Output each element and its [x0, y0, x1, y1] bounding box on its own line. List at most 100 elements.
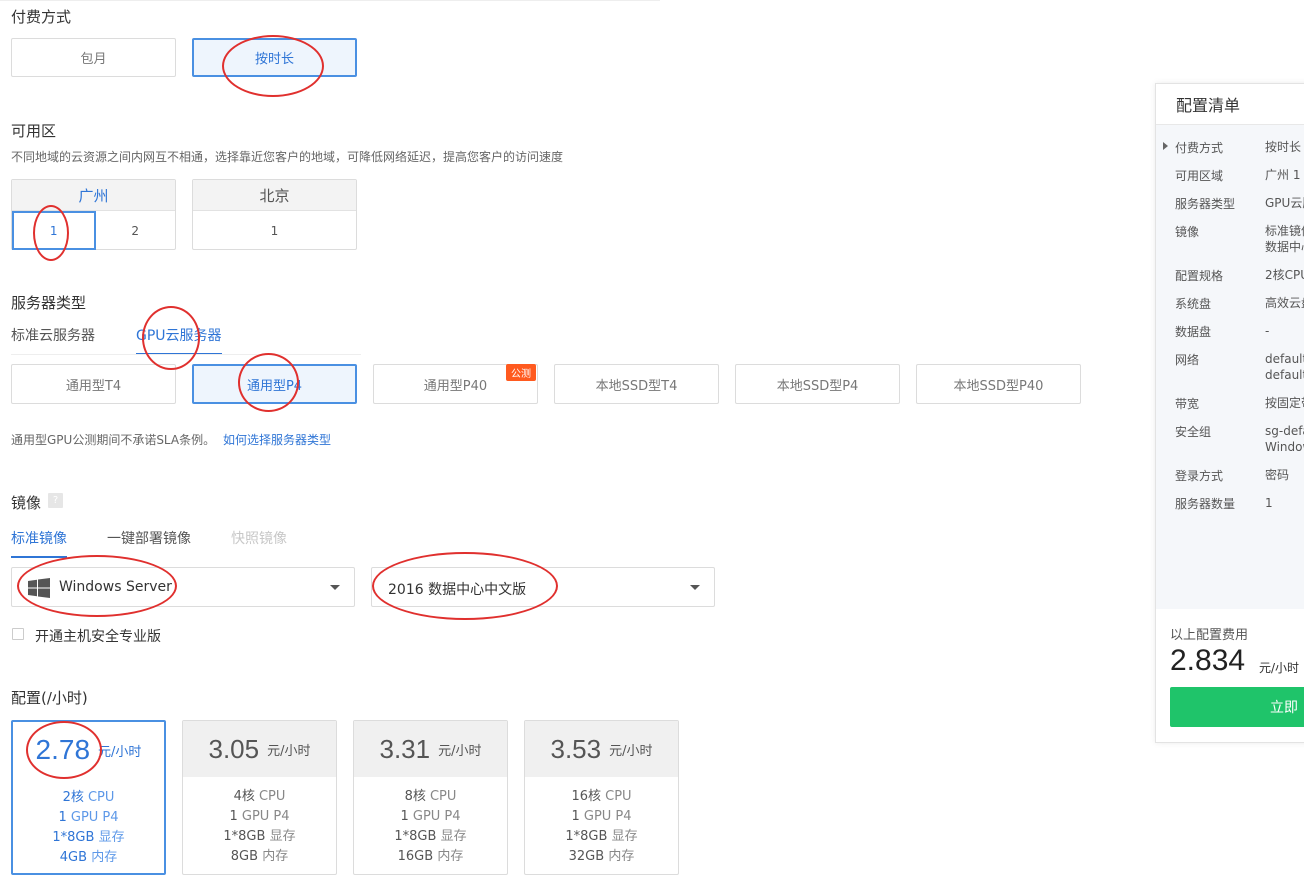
caret-right-icon — [1163, 142, 1168, 150]
summary-footer: 以上配置费用 2.834 元/小时 立即 — [1156, 609, 1304, 742]
server-option-t4[interactable]: 通用型T4 — [11, 364, 176, 404]
server-option-p4[interactable]: 通用型P4 — [192, 364, 357, 404]
gpu-count: 1 — [571, 809, 580, 824]
config-title: 配置(/小时) — [11, 689, 88, 707]
vram-label: 显存 — [611, 829, 638, 844]
how-to-choose-link[interactable]: 如何选择服务器类型 — [223, 433, 331, 447]
gpu-label: GPU P4 — [241, 809, 290, 824]
summary-value: 按时长 — [1265, 140, 1302, 154]
gpu-count: 1 — [229, 809, 238, 824]
chevron-down-icon — [690, 585, 700, 590]
server-option-ssd-p40[interactable]: 本地SSD型P40 — [916, 364, 1081, 404]
tab-one-click-image[interactable]: 一键部署镜像 — [107, 528, 191, 556]
beta-badge: 公测 — [506, 364, 536, 381]
summary-value: 高效云盘 — [1265, 296, 1304, 310]
summary-value: 广州 1 — [1265, 168, 1301, 182]
memory-label: 内存 — [91, 850, 118, 865]
vram-label: 显存 — [440, 829, 467, 844]
region-beijing-name: 北京 — [193, 180, 356, 211]
zone-guangzhou-1[interactable]: 1 — [12, 211, 96, 250]
config-spec: 2核 CPU 1 GPU P4 1*8GB 显存 4GB 内存 — [13, 788, 164, 868]
tab-gpu-server[interactable]: GPU云服务器 — [136, 325, 222, 355]
summary-value-2: default- — [1265, 368, 1304, 382]
cpu-label: CPU — [258, 789, 286, 804]
gpu-label: GPU P4 — [412, 809, 461, 824]
memory-size: 4GB — [59, 850, 88, 865]
memory-size: 16GB — [397, 849, 434, 864]
zone-title: 可用区 — [11, 122, 57, 140]
summary-value: 标准镜像 — [1265, 224, 1304, 238]
tab-snapshot-image: 快照镜像 — [231, 531, 287, 547]
help-icon[interactable]: ? — [48, 493, 63, 508]
summary-key: 带宽 — [1175, 397, 1200, 411]
summary-panel: 配置清单 付费方式 按时长 可用区域 广州 1 服务器类型 GPU云服 镜像 标准镜像数… — [1155, 83, 1304, 743]
zone-guangzhou-2[interactable]: 2 — [96, 211, 176, 250]
config-card-3[interactable]: 3.31 元/小时 8核 CPU 1 GPU P4 1*8GB 显存 16GB … — [353, 720, 508, 875]
summary-value: 密码 — [1265, 468, 1290, 482]
tab-standard-server[interactable]: 标准云服务器 — [11, 325, 95, 353]
sla-note: 通用型GPU公测期间不承诺SLA条例。 — [11, 433, 216, 447]
config-card-2[interactable]: 3.05 元/小时 4核 CPU 1 GPU P4 1*8GB 显存 8GB 内… — [182, 720, 337, 875]
config-unit: 元/小时 — [98, 744, 142, 760]
os-select[interactable]: Windows Server — [11, 567, 355, 607]
cpu-count: 4核 — [233, 789, 255, 804]
config-card-4[interactable]: 3.53 元/小时 16核 CPU 1 GPU P4 1*8GB 显存 32GB… — [524, 720, 679, 875]
version-select[interactable]: 2016 数据中心中文版 — [371, 567, 715, 607]
server-option-ssd-p4[interactable]: 本地SSD型P4 — [735, 364, 900, 404]
summary-value: - — [1265, 324, 1270, 338]
chevron-down-icon — [330, 585, 340, 590]
cpu-count: 2核 — [62, 790, 84, 805]
config-card-head: 2.78 元/小时 — [13, 722, 164, 778]
region-guangzhou-name: 广州 — [12, 180, 175, 211]
summary-value: 2核CPU — [1265, 268, 1304, 282]
server-type-title: 服务器类型 — [11, 294, 87, 312]
summary-key: 系统盘 — [1175, 297, 1212, 311]
config-unit: 元/小时 — [609, 743, 653, 759]
summary-value: sg-defa — [1265, 424, 1304, 438]
summary-list: 付费方式 按时长 可用区域 广州 1 服务器类型 GPU云服 镜像 标准镜像数据中心 配… — [1156, 125, 1304, 609]
vram-size: 1*8GB — [52, 830, 95, 845]
summary-key: 配置规格 — [1175, 269, 1224, 283]
buy-now-button[interactable]: 立即 — [1170, 687, 1304, 727]
summary-value-2: Window — [1265, 440, 1304, 454]
summary-value: 按固定带 — [1265, 396, 1304, 410]
cpu-label: CPU — [429, 789, 457, 804]
config-card-1[interactable]: 2.78 元/小时 2核 CPU 1 GPU P4 1*8GB 显存 4GB 内… — [11, 720, 166, 875]
server-option-ssd-t4[interactable]: 本地SSD型T4 — [554, 364, 719, 404]
memory-size: 32GB — [568, 849, 605, 864]
vram-label: 显存 — [98, 830, 125, 845]
server-type-note: 通用型GPU公测期间不承诺SLA条例。 如何选择服务器类型 — [11, 431, 331, 448]
security-checkbox-label[interactable]: 开通主机安全专业版 — [35, 626, 161, 646]
config-spec: 16核 CPU 1 GPU P4 1*8GB 显存 32GB 内存 — [525, 787, 678, 867]
summary-value: 1 — [1265, 496, 1273, 510]
fee-value: 2.834 — [1170, 644, 1246, 677]
fee-label: 以上配置费用 — [1170, 628, 1249, 643]
summary-title: 配置清单 — [1156, 84, 1304, 125]
tab-standard-image[interactable]: 标准镜像 — [11, 528, 67, 558]
payment-monthly-button[interactable]: 包月 — [11, 38, 176, 77]
region-beijing: 北京 1 — [192, 179, 357, 250]
config-price: 3.53 — [550, 733, 602, 764]
cpu-label: CPU — [87, 790, 115, 805]
vram-size: 1*8GB — [565, 829, 608, 844]
gpu-count: 1 — [58, 810, 67, 825]
zone-description: 不同地域的云资源之间内网互不相通，选择靠近您客户的地域，可降低网络延迟，提高您客… — [11, 150, 564, 164]
summary-key: 付费方式 — [1175, 141, 1224, 155]
zone-beijing-1[interactable]: 1 — [193, 211, 356, 250]
vram-size: 1*8GB — [394, 829, 437, 844]
config-price: 3.31 — [379, 733, 431, 764]
memory-size: 8GB — [230, 849, 259, 864]
security-checkbox[interactable] — [12, 628, 24, 640]
summary-key: 服务器数量 — [1175, 497, 1236, 511]
config-price: 3.05 — [208, 733, 260, 764]
vram-label: 显存 — [269, 829, 296, 844]
config-card-head: 3.31 元/小时 — [354, 721, 507, 777]
config-unit: 元/小时 — [438, 743, 482, 759]
summary-key: 登录方式 — [1175, 469, 1224, 483]
payment-hourly-button[interactable]: 按时长 — [192, 38, 357, 77]
summary-key: 网络 — [1175, 353, 1200, 367]
memory-label: 内存 — [262, 849, 289, 864]
image-title: 镜像 — [11, 494, 42, 512]
memory-label: 内存 — [437, 849, 464, 864]
fee-unit: 元/小时 — [1259, 661, 1300, 675]
